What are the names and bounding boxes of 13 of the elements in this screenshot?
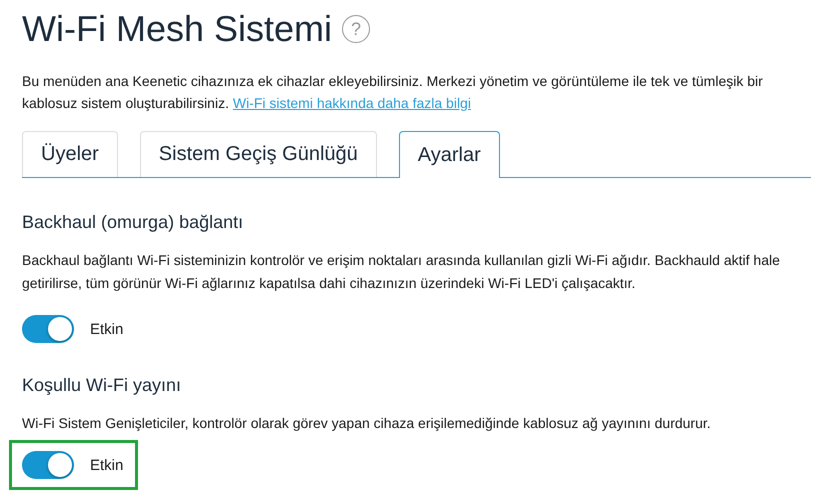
toggle-label: Etkin [90,320,124,338]
toggle-switch[interactable] [22,451,74,479]
section-description: Wi-Fi Sistem Genişleticiler, kontrolör olarak görev yapan cihaza erişilemediğinde kablosuz ağ yayınını durdurur. [22,414,712,433]
toggle-label: Etkin [90,456,124,474]
toggle-switch[interactable] [22,315,74,343]
page-title: Wi-Fi Mesh Sistemi [22,8,332,50]
section-description: Backhaul bağlantı Wi-Fi sisteminizin kontrolör ve erişim noktaları arasında kullanılan gizli Wi-Fi ağıdır. Backhauld aktif hale getirilirse, tüm görünür Wi-Fi ağlarınız kapatılsa dahi cihazınızın üzerindeki Wi-Fi LED'i çalışacaktır. [22,251,781,293]
section-heading: Backhaul (omurga) bağlantı [22,212,244,233]
section-heading: Koşullu Wi-Fi yayını [22,375,182,396]
tab[interactable]: Ayarlar [398,131,500,178]
description-text: Bu menüden ana Keenetic cihazınıza ek cihazlar ekleyebilirsiniz. Merkezi yönetim ve görüntüleme ile tek ve tümleşik bir kablosuz sistem oluşturabilirsiniz. Wi-Fi sistemi hakkında daha fazla bilgi [22,72,764,113]
tab[interactable]: Sistem Geçiş Günlüğü [140,131,377,177]
tab[interactable]: Üyeler [22,131,118,177]
